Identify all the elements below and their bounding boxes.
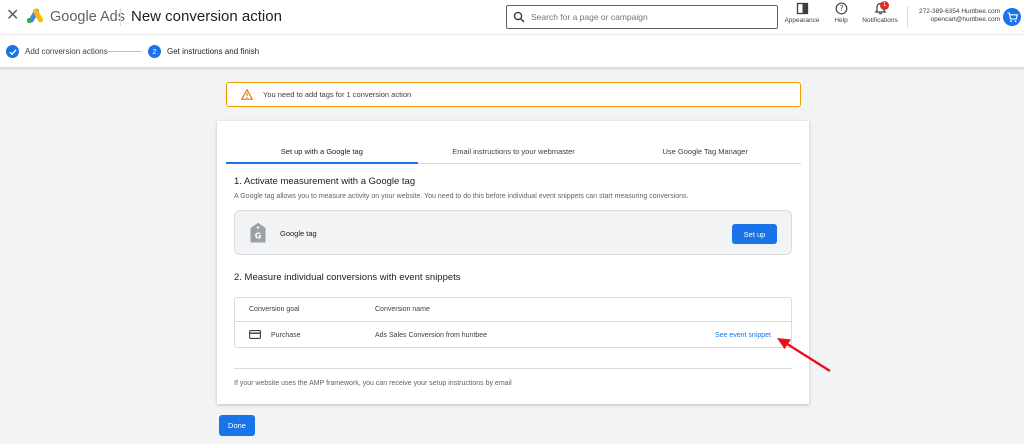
help-button[interactable]: ? Help bbox=[831, 2, 851, 24]
table-row: Purchase Ads Sales Conversion from huntb… bbox=[235, 322, 791, 348]
credit-card-icon bbox=[249, 330, 261, 339]
checkmark-icon bbox=[6, 45, 19, 58]
step-add-conversion-actions[interactable]: Add conversion actions bbox=[6, 45, 108, 58]
annotation-arrow-icon bbox=[777, 338, 831, 373]
google-tag-box: G Google tag Set up bbox=[234, 210, 792, 255]
step-connector bbox=[108, 51, 142, 52]
avatar[interactable] bbox=[1003, 8, 1021, 26]
google-ads-logo-icon bbox=[26, 8, 43, 24]
section1-title: 1. Activate measurement with a Google ta… bbox=[234, 176, 416, 187]
account-info[interactable]: 272-389-6354 Huntbee.com opencart@huntbe… bbox=[908, 8, 1000, 24]
section-divider bbox=[234, 368, 792, 369]
search-input[interactable] bbox=[531, 12, 761, 22]
column-header-goal: Conversion goal bbox=[249, 306, 300, 313]
instructions-card: Set up with a Google tag Email instructi… bbox=[217, 121, 809, 404]
appearance-button[interactable]: Appearance bbox=[782, 2, 822, 24]
section2-title: 2. Measure individual conversions with e… bbox=[234, 272, 461, 283]
google-tag-icon: G bbox=[250, 222, 266, 243]
account-id: 272-389-6354 Huntbee.com bbox=[919, 8, 1000, 15]
warning-alert: You need to add tags for 1 conversion ac… bbox=[226, 82, 801, 107]
notifications-label: Notifications bbox=[862, 17, 898, 24]
set-up-button[interactable]: Set up bbox=[732, 224, 777, 244]
amp-instructions-text: If your website uses the AMP framework, … bbox=[234, 380, 512, 387]
close-icon[interactable]: ✕ bbox=[6, 8, 20, 24]
step-get-instructions: 2 Get instructions and finish bbox=[148, 45, 259, 58]
app-name: Google Ads bbox=[50, 9, 125, 25]
column-header-name: Conversion name bbox=[375, 306, 430, 313]
search-icon bbox=[513, 11, 525, 23]
google-tag-label: Google tag bbox=[280, 229, 317, 238]
search-box[interactable] bbox=[506, 5, 778, 29]
table-header: Conversion goal Conversion name bbox=[235, 298, 791, 322]
conversion-table: Conversion goal Conversion name Purchase… bbox=[234, 297, 792, 348]
appearance-icon bbox=[796, 2, 808, 15]
svg-text:?: ? bbox=[839, 4, 843, 13]
tab-tag-manager[interactable]: Use Google Tag Manager bbox=[609, 141, 801, 163]
title-divider bbox=[120, 8, 121, 26]
see-event-snippet-link[interactable]: See event snippet bbox=[715, 332, 771, 339]
step-number: 2 bbox=[148, 45, 161, 58]
tab-email-webmaster[interactable]: Email instructions to your webmaster bbox=[418, 141, 610, 163]
notification-badge: 1 bbox=[880, 1, 889, 10]
step-label: Get instructions and finish bbox=[167, 47, 260, 56]
alert-text: You need to add tags for 1 conversion ac… bbox=[263, 90, 412, 99]
section1-description: A Google tag allows you to measure activ… bbox=[234, 193, 689, 200]
appearance-label: Appearance bbox=[784, 17, 820, 24]
setup-tabs: Set up with a Google tag Email instructi… bbox=[226, 141, 801, 164]
top-bar: ✕ Google Ads New conversion action Appea… bbox=[0, 0, 1024, 34]
svg-text:G: G bbox=[255, 232, 262, 241]
account-email: opencart@huntbee.com bbox=[930, 16, 1000, 23]
shopping-cart-icon bbox=[1007, 11, 1018, 22]
conversion-name-cell: Ads Sales Conversion from huntbee bbox=[375, 332, 488, 339]
help-icon: ? bbox=[835, 2, 847, 15]
help-label: Help bbox=[834, 17, 848, 24]
conversion-goal-cell: Purchase bbox=[271, 332, 301, 339]
warning-icon bbox=[241, 89, 253, 100]
step-label: Add conversion actions bbox=[25, 47, 108, 56]
done-button[interactable]: Done bbox=[219, 415, 255, 436]
page-title: New conversion action bbox=[131, 8, 282, 25]
stepper: Add conversion actions 2 Get instruction… bbox=[0, 34, 1024, 68]
tab-google-tag[interactable]: Set up with a Google tag bbox=[226, 141, 418, 164]
notifications-button[interactable]: 1 Notifications bbox=[858, 1, 902, 24]
